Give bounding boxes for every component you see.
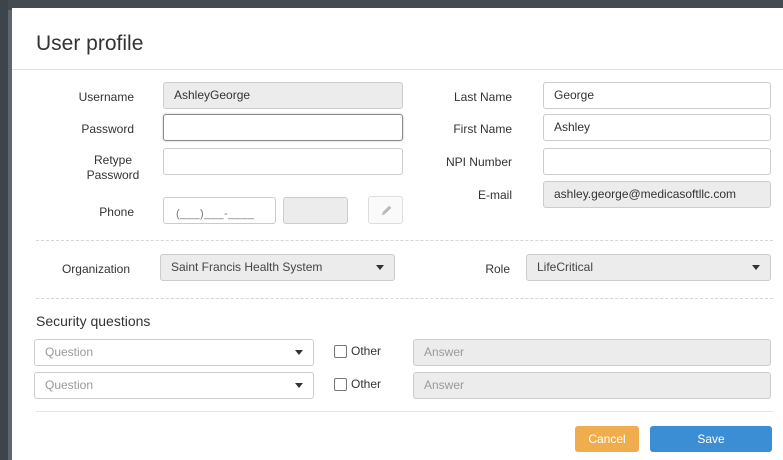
- user-profile-modal: User profile Username AshleyGeorge Passw…: [12, 8, 783, 460]
- username-label: Username: [78, 90, 134, 104]
- npi-number-label: NPI Number: [445, 155, 512, 169]
- other-label-1: Other: [351, 344, 382, 358]
- security-answer-field-1[interactable]: Answer: [413, 339, 771, 366]
- modal-title: User profile: [36, 32, 144, 55]
- section-divider: [36, 298, 773, 299]
- role-label: Role: [485, 262, 510, 276]
- other-label-2: Other: [351, 377, 382, 391]
- retype-label-line1: Retype: [93, 153, 133, 167]
- last-name-label: Last Name: [453, 90, 512, 104]
- npi-number-field[interactable]: [543, 148, 771, 175]
- organization-value: Saint Francis Health System: [171, 260, 323, 274]
- password-field[interactable]: [163, 114, 403, 141]
- chevron-down-icon: [295, 350, 303, 355]
- phone-mask: (___)___-____: [176, 208, 255, 220]
- chevron-down-icon: [376, 265, 384, 270]
- first-name-field[interactable]: Ashley: [543, 114, 771, 141]
- security-question-select-2[interactable]: Question: [34, 372, 314, 399]
- other-checkbox-1[interactable]: [334, 345, 347, 358]
- question-placeholder: Question: [45, 345, 94, 359]
- password-label: Password: [81, 122, 134, 136]
- chevron-down-icon: [295, 383, 303, 388]
- phone-label: Phone: [99, 205, 134, 219]
- role-value: LifeCritical: [537, 260, 594, 274]
- phone-extension-field[interactable]: [283, 197, 348, 224]
- other-checkbox-2[interactable]: [334, 378, 347, 391]
- chevron-down-icon: [752, 265, 760, 270]
- retype-label-line2: Password: [86, 168, 140, 182]
- organization-select[interactable]: Saint Francis Health System: [160, 254, 395, 281]
- backdrop-edge: [0, 0, 8, 460]
- pencil-icon: [381, 205, 392, 216]
- username-field[interactable]: AshleyGeorge: [163, 82, 403, 109]
- security-question-select-1[interactable]: Question: [34, 339, 314, 366]
- last-name-field[interactable]: George: [543, 82, 771, 109]
- save-button[interactable]: Save: [650, 426, 772, 452]
- question-placeholder: Question: [45, 378, 94, 392]
- phone-edit-button[interactable]: [368, 196, 403, 224]
- retype-password-label: Retype Password: [52, 153, 154, 183]
- email-label: E-mail: [477, 188, 512, 202]
- section-divider: [36, 240, 773, 241]
- security-answer-field-2[interactable]: Answer: [413, 372, 771, 399]
- email-field[interactable]: ashley.george@medicasoftllc.com: [543, 181, 771, 208]
- first-name-label: First Name: [453, 122, 512, 136]
- footer-divider: [36, 411, 773, 412]
- retype-password-field[interactable]: [163, 148, 403, 175]
- role-select[interactable]: LifeCritical: [526, 254, 771, 281]
- cancel-button[interactable]: Cancel: [575, 426, 639, 452]
- security-questions-title: Security questions: [36, 313, 151, 329]
- organization-label: Organization: [61, 262, 130, 276]
